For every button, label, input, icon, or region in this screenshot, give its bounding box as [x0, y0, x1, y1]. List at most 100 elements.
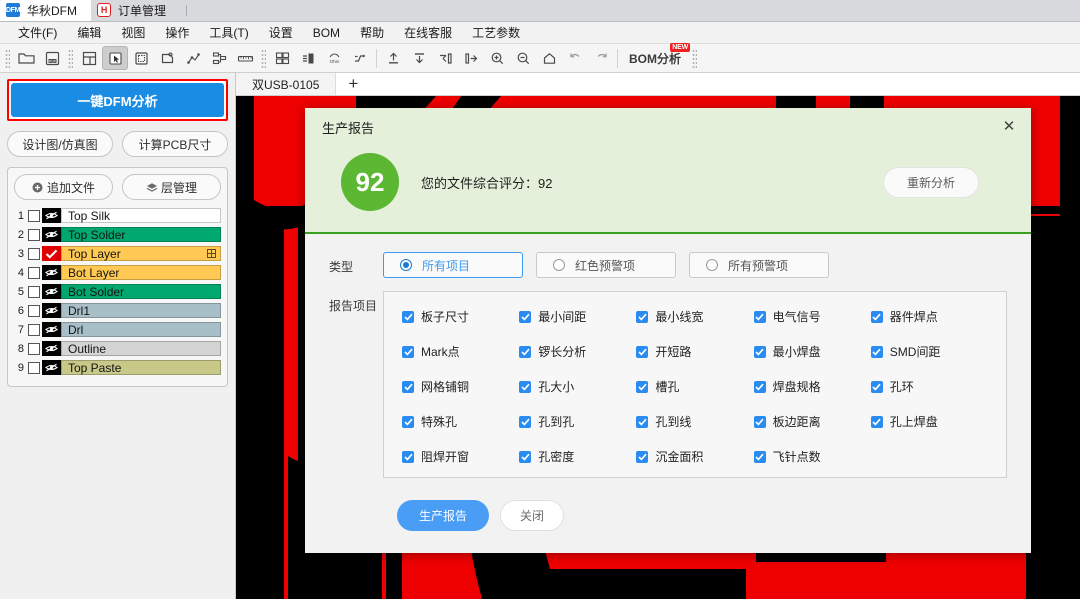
- layer-select-checkbox[interactable]: [28, 324, 40, 336]
- menu-item-support[interactable]: 在线客服: [394, 22, 462, 43]
- layer-grid-icon[interactable]: [207, 247, 216, 261]
- checkbox-icon[interactable]: [519, 416, 531, 428]
- layer-visibility-icon[interactable]: [42, 227, 61, 242]
- layer-name[interactable]: Bot Layer: [61, 265, 221, 280]
- checkbox-icon[interactable]: [754, 346, 766, 358]
- report-item-16[interactable]: 孔到孔: [519, 413, 636, 430]
- report-item-5[interactable]: Mark点: [402, 343, 519, 360]
- panel-layout-icon[interactable]: [76, 46, 102, 70]
- layer-select-checkbox[interactable]: [28, 229, 40, 241]
- layer-row-drl[interactable]: 7Drl: [14, 321, 221, 338]
- layer-row-outline[interactable]: 8Outline: [14, 340, 221, 357]
- checkbox-icon[interactable]: [871, 346, 883, 358]
- one-click-dfm-button[interactable]: 一键DFM分析: [11, 83, 224, 117]
- layer-select-checkbox[interactable]: [28, 267, 40, 279]
- checkbox-icon[interactable]: [871, 311, 883, 323]
- layer-row-top-layer[interactable]: 3Top Layer: [14, 245, 221, 262]
- measure-area-icon[interactable]: [154, 46, 180, 70]
- layer-row-top-silk[interactable]: 1Top Silk: [14, 207, 221, 224]
- report-item-1[interactable]: 最小间距: [519, 308, 636, 325]
- layer-row-bot-solder[interactable]: 5Bot Solder: [14, 283, 221, 300]
- checkbox-icon[interactable]: [519, 381, 531, 393]
- layer-visibility-icon[interactable]: [42, 246, 61, 261]
- layer-name[interactable]: Bot Solder: [61, 284, 221, 299]
- type-radio-2[interactable]: 所有预警项: [689, 252, 829, 278]
- report-item-10[interactable]: 网格铺铜: [402, 378, 519, 395]
- type-radio-1[interactable]: 红色预警项: [536, 252, 676, 278]
- report-item-17[interactable]: 孔到线: [636, 413, 753, 430]
- checkbox-icon[interactable]: [402, 346, 414, 358]
- menu-item-bom[interactable]: BOM: [303, 24, 350, 42]
- report-item-8[interactable]: 最小焊盘: [754, 343, 871, 360]
- generate-report-button[interactable]: 生产报告: [397, 500, 489, 531]
- layer-name[interactable]: Top Silk: [61, 208, 221, 223]
- layer-name[interactable]: Drl: [61, 322, 221, 337]
- checkbox-icon[interactable]: [402, 451, 414, 463]
- home-icon[interactable]: [536, 46, 562, 70]
- layer-select-checkbox[interactable]: [28, 286, 40, 298]
- align-left-icon[interactable]: [432, 46, 458, 70]
- layer-visibility-icon[interactable]: [42, 284, 61, 299]
- layer-manage-button[interactable]: 层管理: [122, 174, 221, 200]
- layer-visibility-icon[interactable]: [42, 303, 61, 318]
- checkbox-icon[interactable]: [636, 416, 648, 428]
- close-button[interactable]: 关闭: [500, 500, 564, 531]
- layer-select-checkbox[interactable]: [28, 210, 40, 222]
- report-item-6[interactable]: 锣长分析: [519, 343, 636, 360]
- layer-row-drl1[interactable]: 6Drl1: [14, 302, 221, 319]
- menu-item-tools[interactable]: 工具(T): [199, 22, 258, 43]
- report-item-2[interactable]: 最小线宽: [636, 308, 753, 325]
- component-icon[interactable]: [295, 46, 321, 70]
- checkbox-icon[interactable]: [402, 311, 414, 323]
- checkbox-icon[interactable]: [754, 416, 766, 428]
- layer-select-checkbox[interactable]: [28, 343, 40, 355]
- redo-icon[interactable]: [588, 46, 614, 70]
- export-up-icon[interactable]: [380, 46, 406, 70]
- import-down-icon[interactable]: [406, 46, 432, 70]
- layer-select-checkbox[interactable]: [28, 248, 40, 260]
- bom-analysis-button[interactable]: BOM分析 NEW: [621, 46, 689, 70]
- report-item-3[interactable]: 电气信号: [754, 308, 871, 325]
- report-item-21[interactable]: 孔密度: [519, 448, 636, 465]
- add-document-tab-button[interactable]: +: [336, 73, 370, 95]
- calc-pcb-size-button[interactable]: 计算PCB尺寸: [122, 131, 228, 157]
- report-item-4[interactable]: 器件焊点: [871, 308, 988, 325]
- select-cursor-icon[interactable]: [102, 46, 128, 70]
- marquee-select-icon[interactable]: [128, 46, 154, 70]
- document-tab[interactable]: 双USB-0105: [236, 73, 336, 95]
- toolbar-grip[interactable]: [5, 49, 10, 68]
- report-item-7[interactable]: 开短路: [636, 343, 753, 360]
- report-item-18[interactable]: 板边距离: [754, 413, 871, 430]
- checkbox-icon[interactable]: [519, 451, 531, 463]
- layer-select-checkbox[interactable]: [28, 362, 40, 374]
- toolbar-grip-2[interactable]: [68, 49, 73, 68]
- checkbox-icon[interactable]: [519, 311, 531, 323]
- layer-row-top-paste[interactable]: 9Top Paste: [14, 359, 221, 376]
- report-item-19[interactable]: 孔上焊盘: [871, 413, 988, 430]
- layer-name[interactable]: Top Layer: [61, 246, 221, 261]
- menu-item-view[interactable]: 视图: [111, 22, 155, 43]
- undo-icon[interactable]: [562, 46, 588, 70]
- layer-row-bot-layer[interactable]: 4Bot Layer: [14, 264, 221, 281]
- layer-visibility-icon[interactable]: [42, 265, 61, 280]
- zoom-in-icon[interactable]: [484, 46, 510, 70]
- checkbox-icon[interactable]: [402, 416, 414, 428]
- menu-item-help[interactable]: 帮助: [350, 22, 394, 43]
- layer-name[interactable]: Outline: [61, 341, 221, 356]
- report-item-15[interactable]: 特殊孔: [402, 413, 519, 430]
- ruler-icon[interactable]: [232, 46, 258, 70]
- layer-visibility-icon[interactable]: [42, 360, 61, 375]
- app-tab-dfm[interactable]: DFM 华秋DFM: [0, 0, 91, 21]
- report-item-0[interactable]: 板子尺寸: [402, 308, 519, 325]
- layer-select-checkbox[interactable]: [28, 305, 40, 317]
- layer-visibility-icon[interactable]: [42, 341, 61, 356]
- toolbar-grip-3[interactable]: [261, 49, 266, 68]
- layer-visibility-icon[interactable]: [42, 322, 61, 337]
- menu-item-operate[interactable]: 操作: [155, 22, 199, 43]
- drill-icon[interactable]: Ohm: [321, 46, 347, 70]
- layer-row-top-solder[interactable]: 2Top Solder: [14, 226, 221, 243]
- report-item-13[interactable]: 焊盘规格: [754, 378, 871, 395]
- checkbox-icon[interactable]: [636, 311, 648, 323]
- checkbox-icon[interactable]: [871, 381, 883, 393]
- toolbar-grip-4[interactable]: [692, 49, 697, 68]
